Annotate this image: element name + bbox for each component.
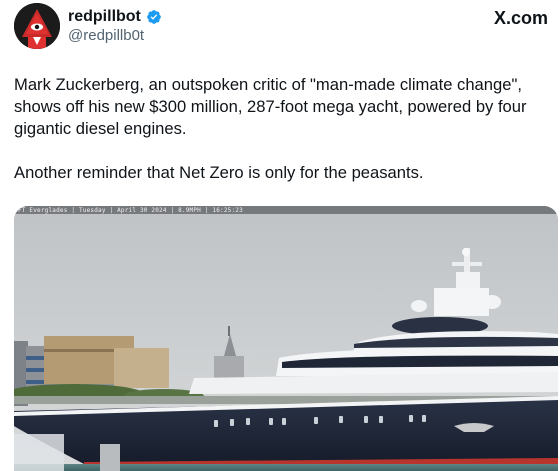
tweet-paragraph-1: Mark Zuckerberg, an outspoken critic of … [14, 75, 527, 138]
yacht-photo [14, 206, 558, 471]
media-caption: FT Everglades | Tuesday | April 30 2024 … [18, 207, 243, 214]
handle[interactable]: @redpillb0t [68, 27, 144, 44]
display-name[interactable]: redpillbot [68, 8, 141, 26]
tweet-text: Mark Zuckerberg, an outspoken critic of … [14, 74, 544, 184]
avatar[interactable] [14, 3, 60, 49]
tweet-paragraph-2: Another reminder that Net Zero is only f… [14, 163, 424, 182]
tweet-media-image[interactable]: FT Everglades | Tuesday | April 30 2024 … [14, 206, 558, 471]
x-logo: X.com [493, 8, 548, 28]
verified-badge-icon [147, 10, 161, 24]
pyramid-eye-icon [14, 3, 60, 49]
post-header: redpillbot @redpillb0t X.com [14, 3, 548, 53]
